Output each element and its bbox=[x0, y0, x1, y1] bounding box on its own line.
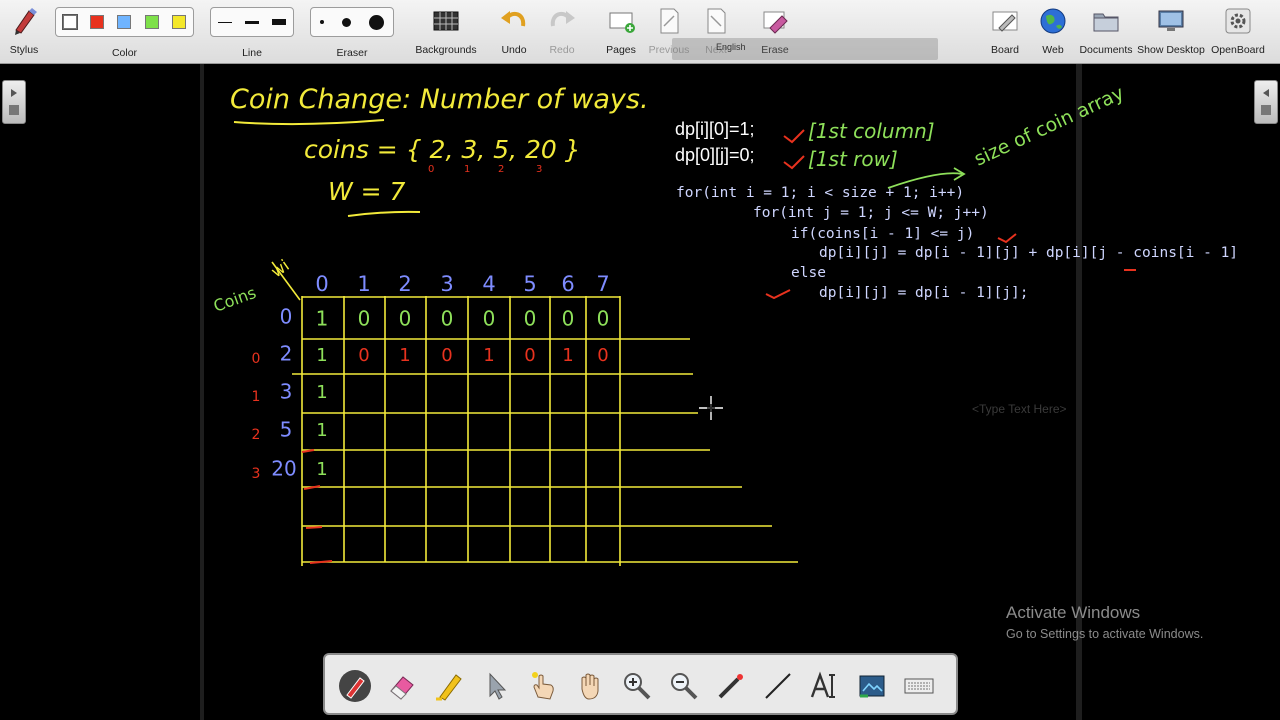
dp-cell: 1 bbox=[316, 345, 327, 366]
column-header: 6 bbox=[561, 272, 574, 296]
code-line-2: for(int j = 1; j <= W; j++) bbox=[753, 205, 989, 221]
dp-cell: 1 bbox=[316, 382, 327, 403]
row-label: 20 bbox=[271, 457, 296, 481]
code-line-3: if(coins[i - 1] <= j) bbox=[791, 226, 975, 242]
dp-table-grid bbox=[292, 296, 798, 566]
row-labels: 0 2 3 5 20 bbox=[271, 305, 296, 481]
virtual-keyboard-button[interactable] bbox=[897, 664, 941, 708]
pen-tool-button[interactable] bbox=[333, 664, 377, 708]
corner-label-coins: Coins bbox=[211, 283, 259, 316]
text-tool-button[interactable] bbox=[803, 664, 847, 708]
title-underline bbox=[233, 119, 385, 126]
row-label: 5 bbox=[280, 418, 293, 442]
eraser-tool-button[interactable] bbox=[380, 664, 424, 708]
dp-cell: 0 bbox=[399, 307, 412, 331]
row-label: 2 bbox=[280, 342, 293, 366]
code-line-6: dp[i][j] = dp[i - 1][j]; bbox=[819, 285, 1029, 301]
activate-windows-title: Activate Windows bbox=[1006, 603, 1141, 622]
dp-cell: 1 bbox=[562, 345, 573, 366]
row-label: 3 bbox=[280, 380, 293, 404]
text-icon bbox=[810, 671, 835, 698]
dp-cell: 0 bbox=[524, 307, 537, 331]
eraser-icon bbox=[390, 676, 414, 700]
interact-tool-button[interactable] bbox=[521, 664, 565, 708]
dp-cell: 1 bbox=[483, 345, 494, 366]
code-line-4: dp[i][j] = dp[i - 1][j] + dp[i][j - coin… bbox=[819, 245, 1239, 261]
pen-icon bbox=[339, 670, 371, 702]
dp-column-rule: dp[i][0]=1; bbox=[675, 119, 755, 139]
dp-cell: 0 bbox=[524, 345, 535, 366]
hand-icon bbox=[581, 673, 599, 700]
row-index: 3 bbox=[252, 466, 261, 482]
code-line-1: for(int i = 1; i < size + 1; i++) bbox=[676, 185, 965, 201]
dp-row-1: 1 0 1 0 1 0 1 0 bbox=[316, 345, 608, 366]
dp-cell: 0 bbox=[562, 307, 575, 331]
marker-tool-button[interactable] bbox=[427, 664, 471, 708]
row-index: 2 bbox=[252, 427, 261, 443]
row-label: 0 bbox=[280, 305, 293, 329]
dp-row-rule: dp[0][j]=0; bbox=[675, 145, 755, 165]
dp-cell: 0 bbox=[358, 307, 371, 331]
column-header: 5 bbox=[523, 272, 536, 296]
column-header: 4 bbox=[482, 272, 495, 296]
highlighter-icon bbox=[436, 674, 462, 701]
dp-cell: 0 bbox=[441, 307, 454, 331]
size-of-coin-array-note: size of coin array bbox=[971, 82, 1128, 171]
coin-index-1: 1 bbox=[464, 164, 470, 175]
arrow-cursor-icon bbox=[489, 672, 507, 700]
code-line-5: else bbox=[791, 265, 826, 281]
column-headers: 0 1 2 3 4 5 67 bbox=[315, 272, 609, 296]
dp-cell: 1 bbox=[316, 459, 327, 480]
capture-icon bbox=[859, 675, 885, 698]
row-index: 0 bbox=[252, 351, 261, 367]
dp-cell: 1 bbox=[399, 345, 410, 366]
selector-tool-button[interactable] bbox=[474, 664, 518, 708]
line-icon bbox=[765, 673, 791, 699]
zoom-out-tool-button[interactable] bbox=[662, 664, 706, 708]
column-header: 2 bbox=[398, 272, 411, 296]
dp-row-0: 10000000 bbox=[316, 307, 610, 331]
crosshair-cursor-icon bbox=[699, 396, 723, 420]
note-first-row: [1st row] bbox=[808, 147, 898, 171]
dp-cell: 0 bbox=[597, 345, 608, 366]
zoom-in-icon bbox=[624, 673, 651, 700]
laser-pointer-icon bbox=[718, 674, 743, 699]
stylus-palette bbox=[323, 653, 958, 715]
type-text-placeholder[interactable]: <Type Text Here> bbox=[972, 402, 1067, 416]
dp-cell: 0 bbox=[597, 307, 610, 331]
zoom-in-tool-button[interactable] bbox=[615, 664, 659, 708]
column-header: 1 bbox=[357, 272, 370, 296]
pointing-hand-icon bbox=[532, 672, 554, 700]
corner-label-wi: wi bbox=[267, 256, 292, 282]
dp-cell: 0 bbox=[441, 345, 452, 366]
coin-index-3: 3 bbox=[536, 164, 542, 175]
dp-cell: 0 bbox=[358, 345, 369, 366]
note-first-column: [1st column] bbox=[808, 119, 935, 143]
board-title: Coin Change: Number of ways. bbox=[230, 84, 649, 115]
w-definition: W = 7 bbox=[328, 177, 406, 206]
w-underline bbox=[347, 210, 421, 217]
capture-tool-button[interactable] bbox=[850, 664, 894, 708]
laser-pointer-tool-button[interactable] bbox=[709, 664, 753, 708]
column-header: 0 bbox=[315, 272, 328, 296]
zoom-out-icon bbox=[671, 673, 698, 700]
column-header: 7 bbox=[596, 272, 609, 296]
row-indices: 0 1 2 3 bbox=[252, 351, 261, 482]
keyboard-icon bbox=[904, 678, 934, 694]
dp-cell: 0 bbox=[483, 307, 496, 331]
dp-cell: 1 bbox=[316, 420, 327, 441]
line-tool-button[interactable] bbox=[756, 664, 800, 708]
row-index: 1 bbox=[252, 389, 261, 405]
dp-column-0: 1 1 1 bbox=[316, 382, 327, 480]
coin-index-0: 0 bbox=[428, 164, 434, 175]
coin-index-2: 2 bbox=[498, 164, 504, 175]
coins-definition: coins = { 2, 3, 5, 20 } bbox=[304, 135, 581, 164]
activate-windows-subtitle: Go to Settings to activate Windows. bbox=[1006, 627, 1204, 641]
hand-tool-button[interactable] bbox=[568, 664, 612, 708]
dp-cell: 1 bbox=[316, 307, 329, 331]
column-header: 3 bbox=[440, 272, 453, 296]
